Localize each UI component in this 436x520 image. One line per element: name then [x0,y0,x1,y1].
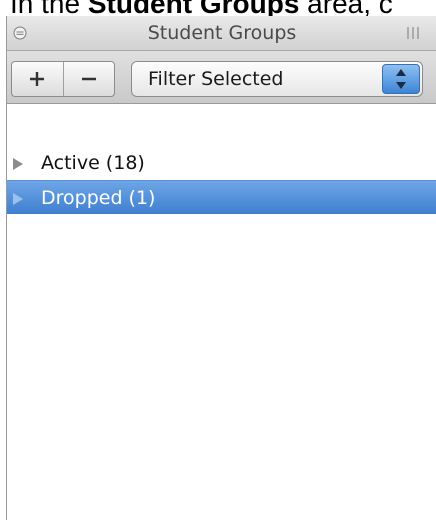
disclosure-triangle-icon[interactable] [11,191,25,205]
page: In the Student Groups area, c Student Gr… [0,0,436,520]
group-label: Active (18) [41,152,145,174]
student-groups-panel: Student Groups Filter Selected Active (1… [6,16,436,520]
group-label: Dropped (1) [41,187,156,209]
minus-icon [81,77,96,81]
student-groups-list: Active (18) Dropped (1) [7,104,436,520]
up-down-stepper-icon [382,64,420,94]
panel-titlebar: Student Groups [7,16,436,51]
resize-grip-icon[interactable] [405,25,421,41]
add-group-button[interactable] [12,62,63,96]
panel-title: Student Groups [147,22,297,44]
disclosure-triangle-icon[interactable] [11,156,25,170]
group-row-active[interactable]: Active (18) [7,146,436,180]
add-remove-button-group [11,61,115,97]
filter-popup-button[interactable]: Filter Selected [131,61,423,97]
filter-selected-value: Filter Selected [148,68,284,90]
group-row-dropped[interactable]: Dropped (1) [7,180,436,214]
remove-group-button[interactable] [62,62,115,96]
plus-icon [30,72,45,86]
panel-toolbar: Filter Selected [7,51,436,104]
